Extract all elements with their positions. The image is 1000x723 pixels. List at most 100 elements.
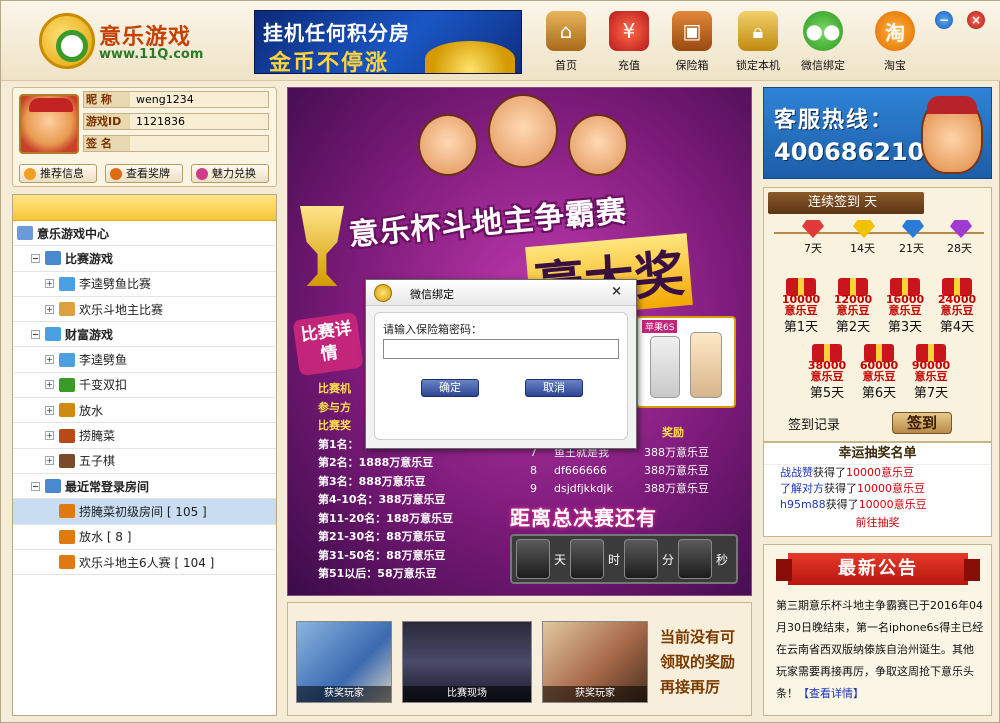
expand-icon[interactable]: +	[45, 456, 54, 466]
nav-label: 保险箱	[675, 59, 709, 72]
dialog-close-button[interactable]: ×	[611, 284, 622, 299]
service-hotline-banner: 客服热线： 4006862101	[763, 87, 992, 179]
countdown-timer: 天 时 分 秒	[510, 534, 738, 584]
expand-icon[interactable]: +	[45, 355, 54, 365]
gallery-photo[interactable]: 获奖玩家	[296, 621, 392, 703]
gift-day-3[interactable]: 16000 意乐豆 第3天	[882, 278, 926, 335]
match-detail-badge[interactable]: 比赛详情	[292, 311, 364, 377]
gallery-photo[interactable]: 获奖玩家	[542, 621, 648, 703]
tree-item[interactable]: + 李逵劈鱼比赛	[13, 272, 276, 297]
gift-day-5[interactable]: 38000 意乐豆 第5天	[804, 344, 848, 401]
minimize-button[interactable]: −	[935, 11, 953, 29]
user-profile-panel: 昵 称 weng1234 游戏ID 1121836 签 名 推荐信息 查看奖牌 魅力…	[12, 87, 277, 187]
prize-line: 第3名：888万意乐豆	[318, 474, 426, 488]
gift-day-7[interactable]: 90000 意乐豆 第7天	[908, 344, 952, 401]
expand-icon[interactable]: +	[45, 304, 54, 314]
game-icon	[59, 276, 75, 291]
collapse-icon[interactable]: −	[31, 253, 40, 263]
q-logo-icon	[374, 284, 392, 302]
signature-row[interactable]: 签 名	[83, 135, 269, 152]
close-button[interactable]: ×	[967, 11, 985, 29]
tree-item[interactable]: − 最近常登录房间	[13, 474, 276, 500]
prize-line: 第4-10名：388万意乐豆	[318, 493, 446, 506]
nav-recharge[interactable]: ¥ 充值	[599, 11, 659, 75]
logo-url: www.11Q.com	[99, 47, 204, 62]
signin-record-link[interactable]: 签到记录	[788, 414, 840, 433]
tree-item[interactable]: 捞腌菜初级房间 [ 105 ]	[13, 499, 276, 525]
tree-item[interactable]: 意乐游戏中心	[13, 221, 276, 247]
notice-title: 最新公告	[776, 553, 980, 585]
gift-amount: 12000 意乐豆	[833, 293, 873, 317]
tree-item[interactable]: 放水 [ 8 ]	[13, 525, 276, 550]
countdown-title: 距离总决赛还有	[510, 506, 657, 530]
dialog-title-bar[interactable]: 微信绑定 ×	[366, 280, 636, 306]
confirm-button[interactable]: 确定	[421, 379, 479, 397]
tree-item[interactable]: + 五子棋	[13, 449, 276, 474]
gift-day-label: 第2天	[835, 320, 871, 335]
prize-line: 第51以后：58万意乐豆	[318, 567, 437, 580]
table-row: 8 df666666 388万意乐豆	[530, 464, 709, 477]
gift-amount: 60000 意乐豆	[859, 359, 899, 383]
promo-banner[interactable]: 挂机任何积分房 金币不停涨	[254, 10, 522, 74]
daily-signin-panel: 连续签到 天 7天 14天 21天 28天 10000 意乐豆 第1天 12000 意乐…	[763, 187, 992, 442]
gift-day-4[interactable]: 24000 意乐豆 第4天	[934, 278, 978, 335]
charm-exchange-button[interactable]: 魅力兑换	[191, 164, 269, 183]
tree-item[interactable]: + 放水	[13, 398, 276, 424]
wechat-bind-dialog: 微信绑定 × 请输入保险箱密码： 确定 取消	[365, 279, 637, 449]
expand-icon[interactable]: +	[45, 380, 54, 390]
tree-item-label: 李逵劈鱼比赛	[79, 277, 152, 292]
tree-item-label: 捞腌菜	[79, 429, 116, 444]
nav-home[interactable]: ⌂ 首页	[536, 11, 596, 75]
notice-text: 第三期意乐杯斗地主争霸赛已于2016年04月30日晚结束，第一名iphone6s…	[776, 595, 984, 705]
signin-button[interactable]: 签到	[892, 412, 952, 434]
game-tree: 意乐游戏中心 − 比赛游戏 + 李逵劈鱼比赛 + 欢乐斗地主比赛 − 财富游戏 + 李逵劈鱼 + 千变双…	[12, 194, 277, 716]
expand-icon[interactable]: +	[45, 405, 54, 415]
lock-icon: 🔒︎	[738, 11, 778, 51]
photo-gallery: 获奖玩家 比赛现场 获奖玩家 当前没有可 领取的奖励 再接再厉	[287, 602, 752, 716]
gallery-photo[interactable]: 比赛现场	[402, 621, 532, 703]
lucky-title: 幸运抽奖名单	[764, 443, 991, 465]
avatar[interactable]	[19, 94, 79, 154]
nav-taobao[interactable]: 淘 淘宝	[865, 11, 925, 75]
prize-line: 第11-20名：188万意乐豆	[318, 511, 454, 525]
tree-item[interactable]: − 比赛游戏	[13, 246, 276, 272]
expand-icon[interactable]: +	[45, 279, 54, 289]
gift-amount: 16000 意乐豆	[885, 293, 925, 317]
collapse-icon[interactable]: −	[31, 481, 40, 491]
minute-digit	[624, 539, 658, 579]
tree-item[interactable]: − 财富游戏	[13, 322, 276, 348]
button-label: 魅力兑换	[212, 167, 256, 180]
gift-day-2[interactable]: 12000 意乐豆第2天	[830, 278, 874, 335]
game-icon	[59, 377, 75, 392]
tree-item[interactable]: + 捞腌菜	[13, 423, 276, 449]
app-logo[interactable]: 意乐游戏 www.11Q.com	[39, 13, 219, 69]
game-icon	[59, 453, 75, 468]
nav-lock-device[interactable]: 🔒︎ 锁定本机	[728, 11, 788, 75]
gift-day-1[interactable]: 10000 意乐豆 第1天	[778, 278, 822, 335]
tree-item-label: 比赛游戏	[65, 251, 114, 266]
cancel-button[interactable]: 取消	[525, 379, 583, 397]
view-details-link[interactable]: 【查看详情】	[798, 687, 864, 700]
money-bag-icon: ¥	[609, 11, 649, 51]
view-medals-button[interactable]: 查看奖牌	[105, 164, 183, 183]
folder-icon	[45, 251, 61, 266]
reward-text-line: 再接再厉	[660, 678, 721, 696]
collapse-icon[interactable]: −	[31, 329, 40, 339]
unit-label: 天	[553, 552, 566, 567]
password-label: 请输入保险箱密码：	[383, 323, 482, 336]
nav-label: 锁定本机	[736, 59, 780, 72]
signature-key: 签 名	[84, 136, 130, 151]
tree-item[interactable]: + 千变双扣	[13, 373, 276, 399]
tree-item-label: 意乐游戏中心	[37, 226, 110, 241]
tree-item[interactable]: + 欢乐斗地主比赛	[13, 297, 276, 323]
nav-wechat-bind[interactable]: ●● 微信绑定	[793, 11, 853, 75]
expand-icon[interactable]: +	[45, 431, 54, 441]
tree-item-label: 李逵劈鱼	[79, 353, 128, 368]
tree-item[interactable]: 欢乐斗地主6人赛 [ 104 ]	[13, 550, 276, 576]
tree-item[interactable]: + 李逵劈鱼	[13, 347, 276, 373]
nav-safebox[interactable]: ▣ 保险箱	[662, 11, 722, 75]
gift-day-6[interactable]: 60000 意乐豆 第6天	[856, 344, 900, 401]
go-lottery-link[interactable]: 前往抽奖	[764, 514, 991, 530]
safebox-password-input[interactable]	[383, 339, 619, 359]
recommend-info-button[interactable]: 推荐信息	[19, 164, 97, 183]
